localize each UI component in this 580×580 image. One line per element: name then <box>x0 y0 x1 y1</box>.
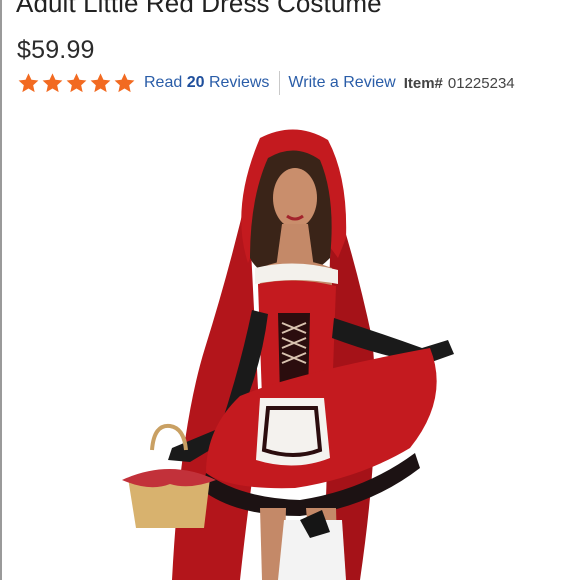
read-reviews-prefix: Read <box>144 74 183 91</box>
star-icon <box>18 73 39 93</box>
read-reviews-suffix: Reviews <box>208 74 270 91</box>
star-icon <box>114 73 135 93</box>
review-count: 20 <box>186 74 205 91</box>
item-number-value: 01225234 <box>447 74 515 92</box>
star-icon <box>42 73 63 93</box>
rating-row: Read 20 Reviews Write a Review Item# 012… <box>17 70 515 96</box>
read-reviews-link[interactable]: Read 20 Reviews <box>144 74 269 92</box>
product-price: $59.99 <box>17 36 95 64</box>
page-edge-divider <box>0 0 2 580</box>
product-image[interactable] <box>110 128 480 580</box>
costume-model-illustration <box>122 129 454 580</box>
star-icon <box>90 73 111 93</box>
star-rating[interactable] <box>17 72 136 94</box>
write-review-link[interactable]: Write a Review <box>288 74 395 92</box>
link-divider <box>279 71 281 95</box>
product-title: Adult Little Red Dress Costume <box>16 0 382 18</box>
star-icon <box>66 73 87 93</box>
item-number-label: Item# <box>403 74 443 92</box>
